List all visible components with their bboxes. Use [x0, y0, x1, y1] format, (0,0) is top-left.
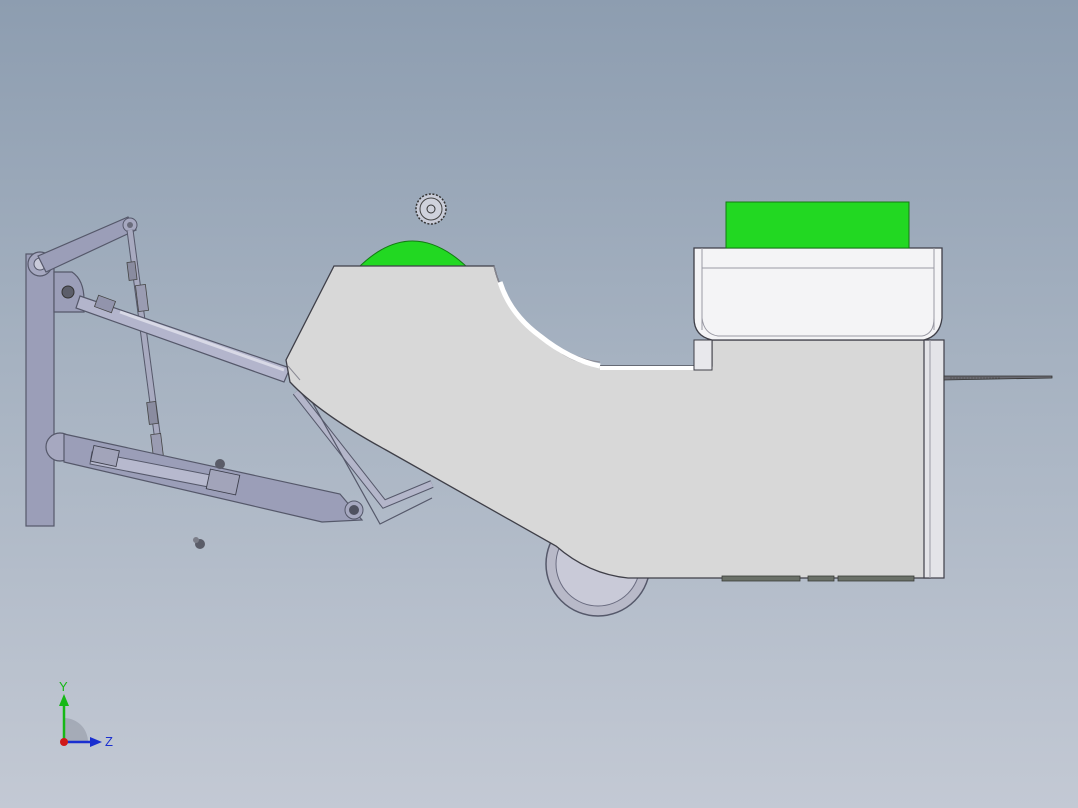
- hopper-box[interactable]: [693, 247, 943, 341]
- upper-link[interactable]: [37, 216, 138, 273]
- hydraulic-cylinder[interactable]: [75, 294, 291, 383]
- gear[interactable]: [415, 193, 447, 225]
- cad-model-view[interactable]: [0, 0, 1078, 808]
- linkage-rod[interactable]: [126, 229, 164, 457]
- axis-triad: Y Z: [59, 680, 113, 749]
- green-block[interactable]: [725, 201, 910, 249]
- green-dome[interactable]: [356, 240, 470, 269]
- z-axis-arrow: [90, 737, 102, 747]
- frame-post[interactable]: [25, 251, 85, 527]
- z-axis-label: Z: [105, 734, 113, 749]
- base-feet[interactable]: [721, 575, 915, 582]
- graphics-viewport[interactable]: Y Z: [0, 0, 1078, 808]
- y-axis-arrow: [59, 694, 69, 706]
- lower-arm[interactable]: [63, 433, 364, 549]
- x-axis-dot: [60, 738, 68, 746]
- triad-quadrant: [64, 718, 88, 742]
- blade[interactable]: [943, 375, 1053, 381]
- y-axis-label: Y: [59, 680, 68, 694]
